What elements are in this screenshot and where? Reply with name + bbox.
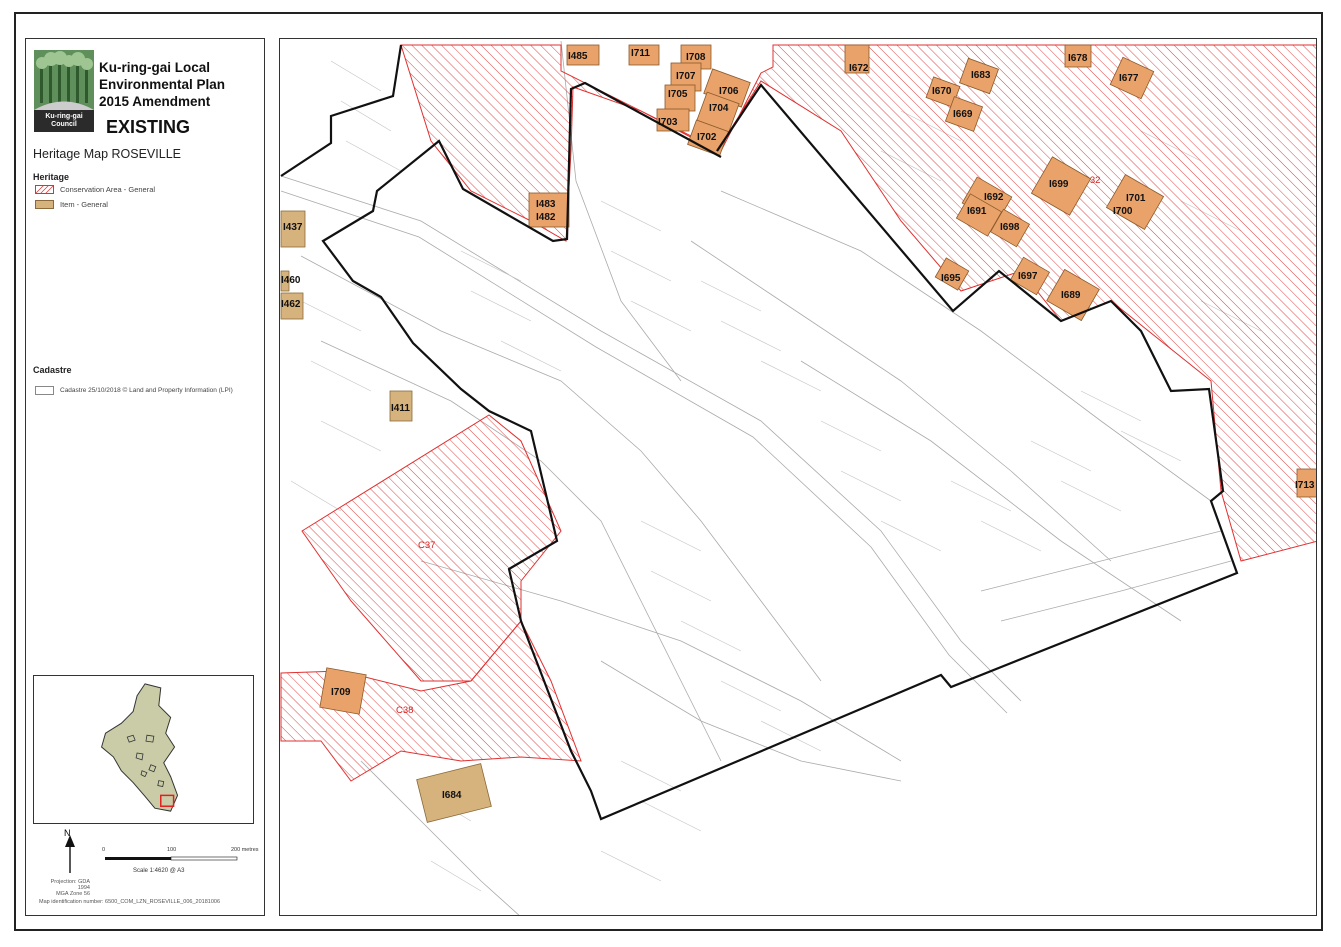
area-label-c37: C37: [418, 540, 435, 551]
map-identification-number: Map identification number: 6500_COM_LZN_…: [39, 899, 221, 905]
conservation-area-layer: [280, 44, 1316, 782]
item-label-i691: I691: [967, 206, 987, 217]
item-label-i462: I462: [281, 299, 301, 310]
overview-locator-map: [33, 675, 254, 824]
scale-tick-100: 100: [167, 847, 177, 853]
item-label-i669: I669: [953, 109, 973, 120]
item-label-i670: I670: [932, 86, 952, 97]
item-label-i713: I713: [1295, 480, 1315, 491]
scale-bar: [105, 856, 238, 861]
item-label-i704: I704: [709, 103, 729, 114]
legend-item-conservation: Conservation Area - General: [35, 184, 155, 195]
legend-panel: Ku-ring-gai Council Ku-ring-gai Local En…: [25, 38, 265, 916]
heritage-heading: Heritage: [33, 172, 70, 182]
legend-item-cadastre: Cadastre 25/10/2018 © Land and Property …: [35, 385, 233, 396]
item-swatch-icon: [35, 200, 54, 209]
legend-item-heritage-item: Item - General: [35, 199, 108, 210]
map-canvas: C32 C32 C37 C38: [280, 40, 1316, 915]
item-label-i437: I437: [283, 222, 303, 233]
item-label-i706: I706: [719, 86, 739, 97]
item-label-i692: I692: [984, 192, 1004, 203]
item-label-i702: I702: [697, 132, 717, 143]
item-label-i699: I699: [1049, 179, 1069, 190]
cadastre-swatch-icon: [35, 386, 54, 395]
item-label-i411: I411: [391, 403, 410, 414]
item-label-i672: I672: [849, 63, 869, 74]
item-label-i708: I708: [686, 52, 706, 63]
item-label-i677: I677: [1119, 73, 1139, 84]
item-label-i683: I683: [971, 70, 991, 81]
item-label-i460: I460: [281, 275, 301, 286]
status-label: EXISTING: [106, 117, 191, 137]
item-label-i483: I483: [536, 199, 556, 210]
area-label-c38: C38: [396, 705, 413, 716]
item-label-i678: I678: [1068, 53, 1088, 64]
item-label-i684: I684: [442, 790, 462, 801]
item-label-i711: I711: [631, 48, 650, 59]
item-label-i707: I707: [676, 71, 696, 82]
logo-text-line-1: Ku-ring-gai: [45, 113, 83, 120]
scale-text: Scale 1:4620 @ A3: [133, 868, 185, 874]
conservation-swatch-icon: [35, 185, 54, 194]
scale-tick-200: 200 metres: [231, 847, 259, 853]
logo-text-line-2: Council: [51, 121, 77, 128]
map-name: Heritage Map ROSEVILLE: [33, 147, 181, 161]
conservation-label: Conservation Area - General: [60, 185, 156, 194]
item-label: Item - General: [60, 200, 108, 209]
item-label-i703: I703: [658, 117, 678, 128]
item-label-i695: I695: [941, 273, 961, 284]
item-label-i482: I482: [536, 212, 556, 223]
cadastre-label: Cadastre 25/10/2018 © Land and Property …: [60, 387, 233, 394]
map-title: Ku-ring-gai Local Environmental Plan 201…: [99, 60, 226, 109]
scale-tick-0: 0: [102, 847, 106, 853]
item-label-i698: I698: [1000, 222, 1020, 233]
item-label-i689: I689: [1061, 290, 1081, 301]
item-label-i697: I697: [1018, 271, 1038, 282]
item-label-i705: I705: [668, 89, 688, 100]
item-label-i709: I709: [331, 687, 351, 698]
item-label-i700: I700: [1113, 206, 1133, 217]
cadastre-heading: Cadastre: [33, 365, 72, 375]
item-label-i701: I701: [1126, 193, 1146, 204]
item-label-i485: I485: [568, 51, 588, 62]
heritage-map[interactable]: C32 C32 C37 C38: [279, 38, 1317, 916]
projection-text: Projection: GDA 1994 MGA Zone 56: [50, 879, 90, 897]
north-label: N: [64, 828, 71, 838]
